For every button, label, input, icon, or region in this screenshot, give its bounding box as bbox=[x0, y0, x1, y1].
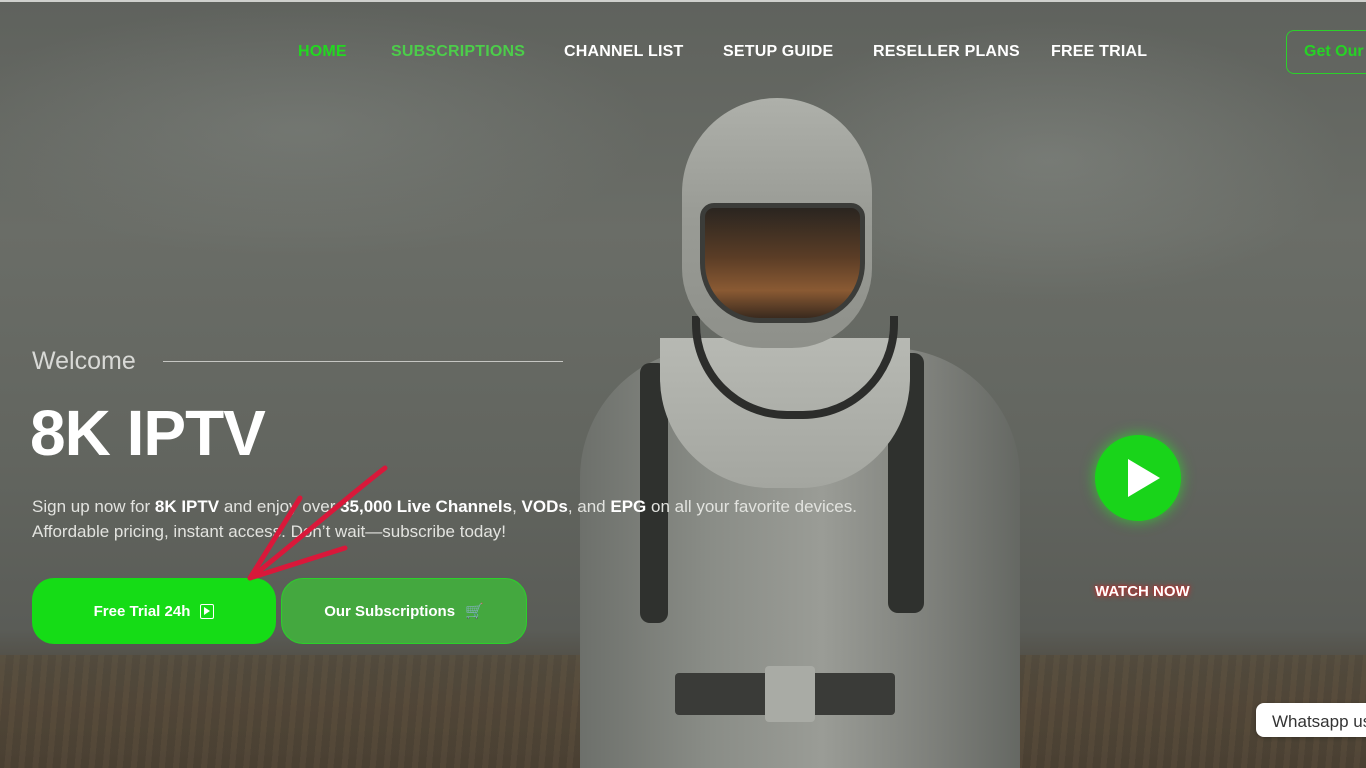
our-subscriptions-button-label: Our Subscriptions bbox=[324, 602, 456, 620]
top-border bbox=[0, 0, 1366, 2]
play-square-icon bbox=[200, 603, 215, 619]
hero-title: 8K IPTV bbox=[30, 397, 266, 469]
hero-description: Sign up now for 8K IPTV and enjoy over 3… bbox=[32, 494, 912, 544]
welcome-label: Welcome bbox=[32, 347, 136, 375]
desc-bold-3: VODs bbox=[521, 497, 568, 516]
annotation-arrow-icon bbox=[247, 465, 388, 581]
watch-now-label[interactable]: WATCH NOW bbox=[1095, 583, 1190, 600]
free-trial-button-label: Free Trial 24h bbox=[93, 602, 191, 620]
cart-icon: 🛒 bbox=[465, 602, 484, 620]
desc-bold-4: EPG bbox=[610, 497, 647, 516]
astronaut-visor bbox=[700, 203, 865, 323]
hero-section bbox=[0, 0, 1366, 768]
desc-text-3: , bbox=[512, 497, 522, 516]
nav-home[interactable]: HOME bbox=[298, 43, 347, 61]
desc-text-5: on all your favorite devices. bbox=[646, 497, 857, 516]
get-our-button[interactable]: Get Our bbox=[1286, 30, 1366, 74]
hero-astronaut-image bbox=[560, 98, 1040, 768]
desc-bold-1: 8K IPTV bbox=[154, 497, 220, 516]
desc-text-1: Sign up now for bbox=[32, 497, 155, 516]
desc-text-4: , and bbox=[567, 497, 611, 516]
main-nav: HOME SUBSCRIPTIONS CHANNEL LIST SETUP GU… bbox=[0, 43, 1366, 65]
whatsapp-chat-button[interactable]: Whatsapp us bbox=[1256, 703, 1366, 737]
welcome-divider bbox=[163, 361, 563, 362]
nav-free-trial[interactable]: FREE TRIAL bbox=[1051, 43, 1147, 61]
nav-setup-guide[interactable]: SETUP GUIDE bbox=[723, 43, 833, 61]
nav-subscriptions[interactable]: SUBSCRIPTIONS bbox=[391, 43, 525, 61]
astronaut-buckle bbox=[765, 666, 815, 722]
nav-reseller-plans[interactable]: RESELLER PLANS bbox=[873, 43, 1020, 61]
nav-channel-list[interactable]: CHANNEL LIST bbox=[564, 43, 683, 61]
watch-now-play-button[interactable] bbox=[1095, 435, 1181, 521]
